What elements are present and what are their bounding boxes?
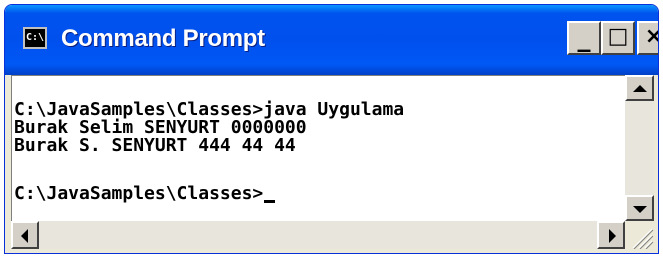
arrow-right-icon [609,229,616,243]
text-cursor [264,200,276,203]
horizontal-scrollbar[interactable] [11,221,625,249]
command-prompt-icon[interactable]: C:\ [23,27,47,49]
console-line: Burak S. SENYURT 444 44 44 [14,135,296,156]
window-title: Command Prompt [61,25,265,52]
console-prompt-line: C:\JavaSamples\Classes> [14,183,276,204]
vertical-scrollbar[interactable] [625,75,654,221]
resize-grip-icon [632,228,654,249]
maximize-icon: □ [607,24,629,49]
minimize-button[interactable]: _ [567,21,601,55]
command-prompt-window: C:\ Command Prompt _ □ × C:\JavaSamples\… [4,4,659,254]
scroll-down-button[interactable] [625,195,654,221]
title-bar[interactable]: C:\ Command Prompt _ □ × [5,5,658,75]
scroll-up-button[interactable] [625,75,654,101]
scroll-left-button[interactable] [11,221,39,249]
close-button[interactable]: × [637,21,658,55]
maximize-button[interactable]: □ [601,21,635,55]
close-icon: × [639,23,658,51]
arrow-up-icon [633,85,647,92]
arrow-left-icon [21,229,28,243]
resize-grip[interactable] [625,221,654,249]
scroll-right-button[interactable] [597,221,625,249]
minimize-icon: _ [577,23,591,53]
console-prompt: C:\JavaSamples\Classes> [14,183,264,204]
console-output[interactable]: C:\JavaSamples\Classes>java Uygulama Bur… [11,75,626,222]
arrow-down-icon [633,206,647,213]
